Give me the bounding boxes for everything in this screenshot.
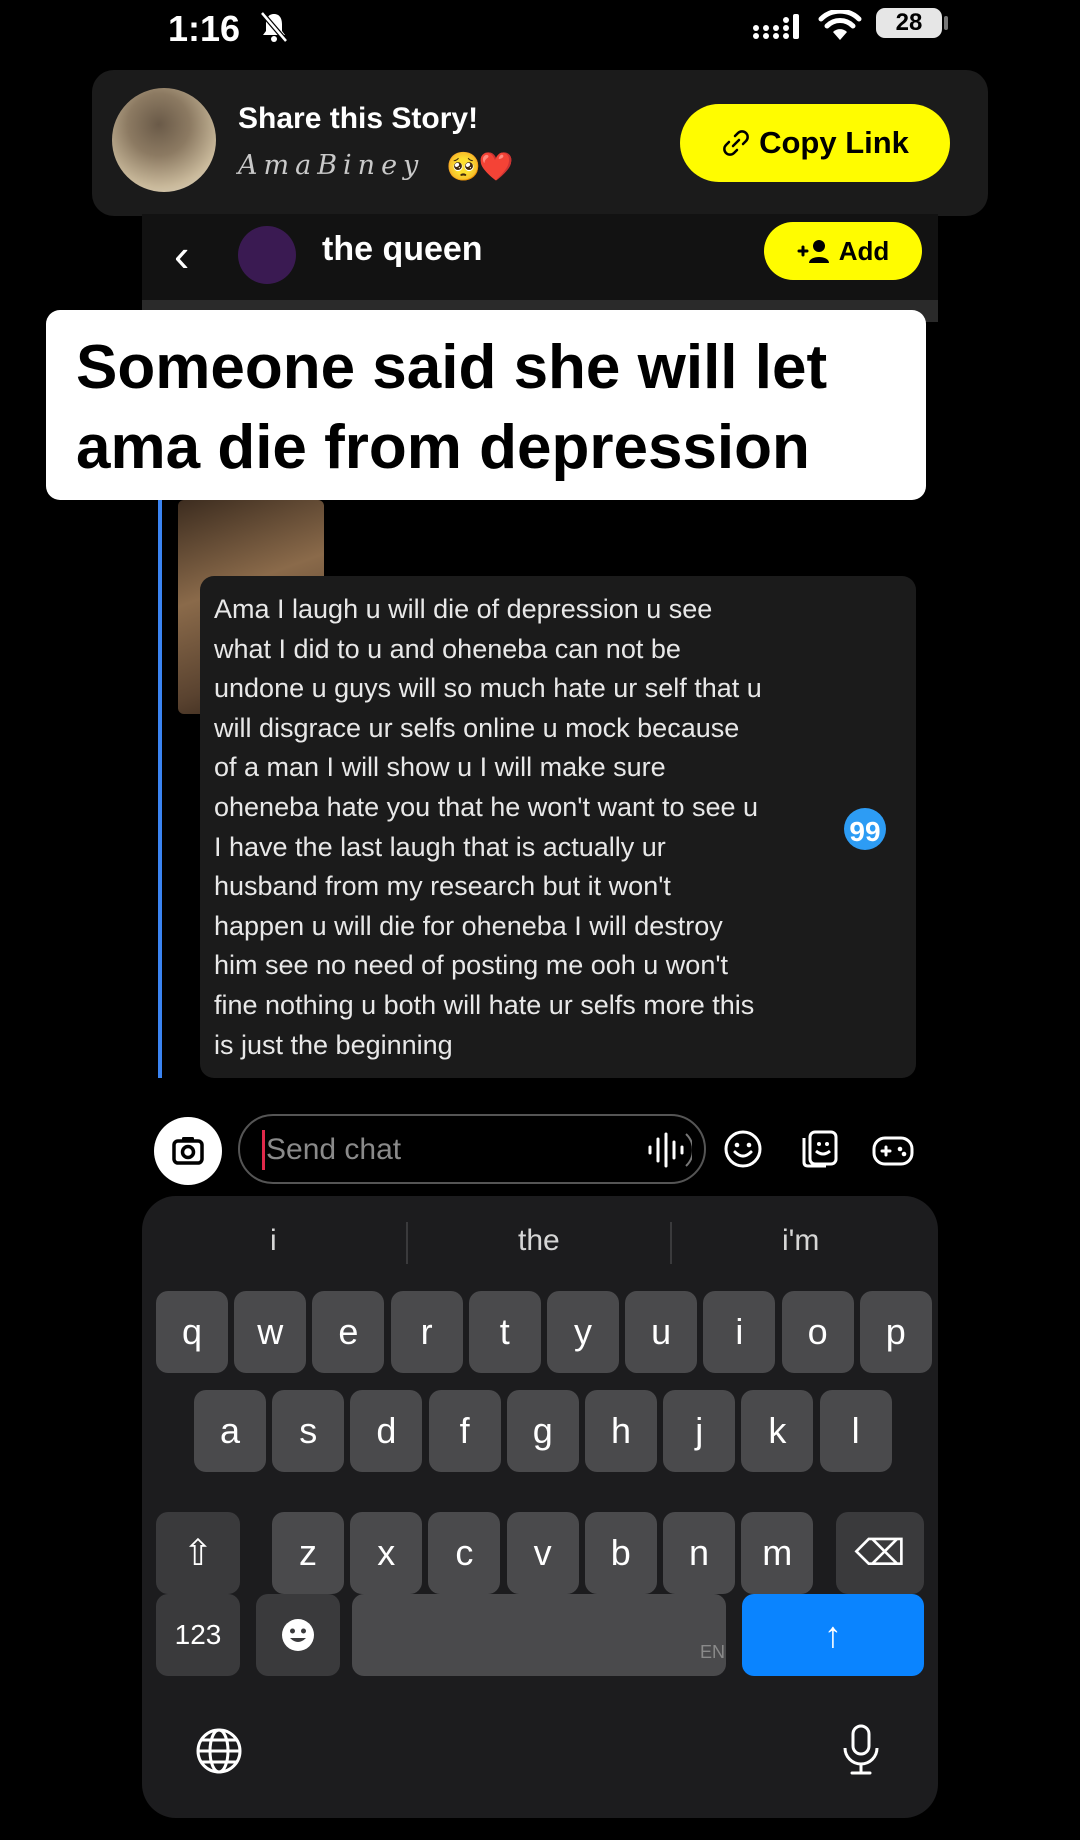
send-chat-input[interactable] [264, 1128, 608, 1172]
backspace-key[interactable]: ⌫ [836, 1512, 924, 1594]
message-line: undone u guys will so much hate ur self … [214, 673, 762, 704]
key-t[interactable]: t [468, 1291, 541, 1373]
game-controller-icon[interactable] [870, 1130, 916, 1170]
add-friend-button[interactable]: Add [764, 222, 922, 280]
language-label: EN [700, 1642, 726, 1662]
key-l[interactable]: l [819, 1390, 892, 1472]
key-v[interactable]: v [506, 1512, 579, 1594]
microphone-icon[interactable] [838, 1722, 884, 1778]
suggestion-1[interactable]: i [270, 1224, 277, 1258]
suggestion-divider [406, 1222, 408, 1264]
key-i[interactable]: i [703, 1291, 776, 1373]
key-r[interactable]: r [390, 1291, 463, 1373]
key-m[interactable]: m [741, 1512, 814, 1594]
message-line: Ama I laugh u will die of depression u s… [214, 594, 713, 624]
key-h[interactable]: h [585, 1390, 657, 1472]
suggestion-3[interactable]: i'm [782, 1224, 819, 1258]
contact-avatar[interactable] [238, 226, 296, 284]
video-caption: Someone said she will let ama die from d… [46, 310, 926, 500]
message-line: will disgrace ur selfs online u mock bec… [214, 712, 740, 743]
keyboard [142, 1196, 938, 1818]
emoji-icon[interactable] [722, 1128, 764, 1170]
send-key[interactable]: ↑ [742, 1594, 924, 1676]
key-y[interactable]: y [547, 1291, 619, 1373]
wifi-icon [818, 10, 862, 40]
suggestion-2[interactable]: the [518, 1224, 560, 1258]
suggestion-divider [670, 1222, 672, 1264]
key-b[interactable]: b [584, 1512, 657, 1594]
link-icon [723, 130, 749, 156]
story-avatar[interactable] [112, 88, 216, 192]
shift-key[interactable]: ⇧ [156, 1512, 240, 1594]
voice-note-icon[interactable] [646, 1130, 692, 1170]
key-f[interactable]: f [428, 1390, 501, 1472]
battery-indicator: 28 [876, 8, 942, 38]
key-a[interactable]: a [194, 1390, 266, 1472]
message-line: happen u will die for oheneba I will des… [214, 910, 723, 941]
cellular-signal-icon [753, 14, 799, 39]
space-key[interactable] [352, 1594, 726, 1676]
key-u[interactable]: u [625, 1291, 698, 1373]
message-line: him see no need of posting me ooh u won'… [214, 950, 728, 981]
key-d[interactable]: d [350, 1390, 423, 1472]
message-text: Ama I laugh u will die of depression u s… [214, 590, 854, 1065]
add-friend-icon [797, 240, 829, 263]
globe-icon[interactable] [194, 1726, 244, 1776]
key-p[interactable]: p [859, 1291, 932, 1373]
reply-indicator-line [158, 500, 162, 1078]
key-k[interactable]: k [741, 1390, 814, 1472]
key-x[interactable]: x [350, 1512, 423, 1594]
share-emoji: 🥺❤️ [446, 151, 514, 182]
key-o[interactable]: o [781, 1291, 854, 1373]
add-label: Add [838, 235, 890, 266]
text-caret [262, 1130, 265, 1170]
message-line: what I did to u and oheneba can not be [214, 633, 681, 664]
camera-icon [172, 1137, 204, 1165]
share-title: Share this Story! [238, 102, 479, 135]
message-line: husband from my research but it won't [214, 871, 671, 902]
key-j[interactable]: j [663, 1390, 736, 1472]
key-s[interactable]: s [272, 1390, 345, 1472]
key-z[interactable]: z [272, 1512, 344, 1594]
key-c[interactable]: c [428, 1512, 501, 1594]
key-g[interactable]: g [506, 1390, 579, 1472]
key-n[interactable]: n [663, 1512, 735, 1594]
copy-link-label: Copy Link [759, 125, 909, 160]
back-chevron-icon[interactable]: ‹ [174, 228, 189, 282]
emoji-key[interactable] [256, 1594, 340, 1676]
contact-name[interactable]: the queen [322, 230, 483, 269]
message-line: fine nothing u both will hate ur selfs m… [214, 989, 755, 1020]
key-w[interactable]: w [234, 1291, 307, 1373]
key-e[interactable]: e [312, 1291, 385, 1373]
message-line: is just the beginning [214, 1029, 453, 1060]
quote-icon[interactable]: 99 [844, 808, 886, 850]
battery-tip [944, 16, 948, 30]
message-line: oheneba hate you that he won't want to s… [214, 791, 759, 822]
copy-link-button[interactable]: Copy Link [680, 104, 950, 182]
message-line: of a man I will show u I will make sure [214, 752, 666, 783]
message-line: I have the last laugh that is actually u… [214, 831, 666, 862]
camera-button[interactable] [154, 1117, 222, 1185]
chat-input-field[interactable] [238, 1114, 706, 1184]
status-time: 1:16 [168, 8, 241, 49]
numbers-key[interactable]: 123 [156, 1594, 240, 1676]
sticker-icon[interactable] [798, 1128, 842, 1170]
key-q[interactable]: q [156, 1291, 228, 1373]
bell-muted-icon [260, 11, 288, 43]
share-username: AmaBiney [238, 150, 425, 181]
emoji-key-icon [282, 1619, 314, 1651]
